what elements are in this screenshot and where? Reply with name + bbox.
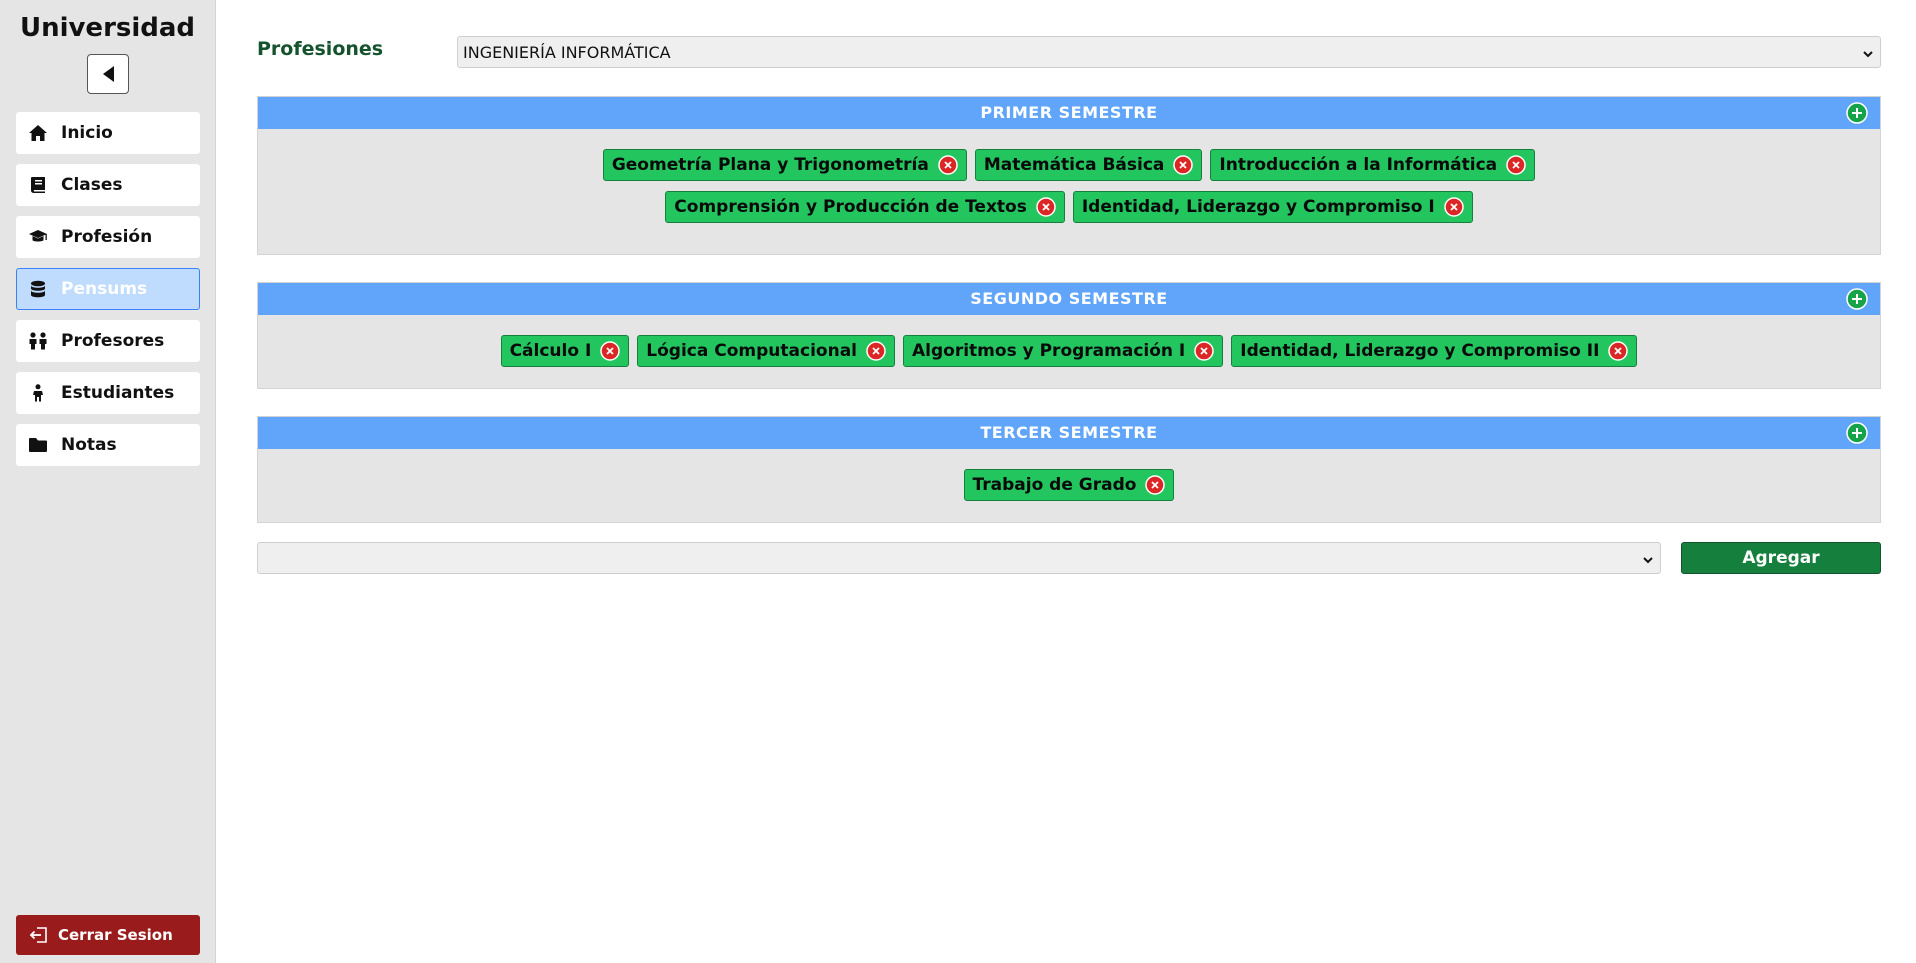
sidebar: Universidad Inicio Clases Profesión Pens… (0, 0, 216, 963)
course-chip: Identidad, Liderazgo y Compromiso I (1072, 191, 1473, 223)
collapse-sidebar-button[interactable] (86, 54, 129, 94)
course-name: Comprensión y Producción de Textos (674, 197, 1027, 217)
graduation-cap-icon (27, 227, 49, 247)
remove-course-icon[interactable] (1443, 197, 1464, 217)
course-select[interactable] (257, 542, 1661, 574)
semester-title: SEGUNDO SEMESTRE (970, 289, 1168, 308)
add-button[interactable]: Agregar (1681, 542, 1881, 574)
course-chip: Cálculo I (500, 335, 630, 367)
sidebar-item-label: Estudiantes (61, 383, 175, 403)
profession-label: Profesiones (257, 38, 384, 60)
course-name: Geometría Plana y Trigonometría (611, 155, 929, 175)
sidebar-item-inicio[interactable]: Inicio (16, 112, 200, 154)
sidebar-item-label: Pensums (61, 279, 148, 299)
course-name: Cálculo I (509, 341, 592, 361)
database-icon (27, 279, 49, 299)
course-name: Lógica Computacional (646, 341, 857, 361)
remove-course-icon[interactable] (1194, 341, 1215, 361)
semester-header: PRIMER SEMESTRE (258, 97, 1880, 129)
profession-select-value: INGENIERÍA INFORMÁTICA (463, 43, 671, 62)
course-chip: Identidad, Liderazgo y Compromiso II (1231, 335, 1638, 367)
semester-header: TERCER SEMESTRE (258, 417, 1880, 449)
sidebar-item-profesores[interactable]: Profesores (16, 320, 200, 362)
logout-label: Cerrar Sesion (58, 926, 173, 944)
course-chip: Matemática Básica (974, 149, 1203, 181)
profession-row: Profesiones INGENIERÍA INFORMÁTICA (257, 36, 1881, 68)
semester-1: PRIMER SEMESTRE Geometría Plana y Trigon… (257, 96, 1881, 255)
course-name: Trabajo de Grado (972, 475, 1137, 495)
remove-course-icon[interactable] (866, 341, 886, 361)
person-icon (27, 383, 49, 403)
sidebar-item-label: Clases (61, 175, 123, 195)
semester-title: TERCER SEMESTRE (980, 423, 1158, 442)
home-icon (27, 123, 49, 143)
course-name: Matemática Básica (983, 155, 1165, 175)
semester-header: SEGUNDO SEMESTRE (258, 283, 1880, 315)
sidebar-item-pensums[interactable]: Pensums (16, 268, 200, 310)
brand-title: Universidad (19, 13, 196, 43)
course-chip: Introducción a la Informática (1210, 149, 1536, 181)
folder-icon (27, 435, 49, 455)
course-chip: Geometría Plana y Trigonometría (602, 149, 967, 181)
course-list: Geometría Plana y Trigonometría Matemáti… (258, 129, 1880, 243)
book-icon (27, 175, 49, 195)
sidebar-nav: Inicio Clases Profesión Pensums Profesor… (16, 112, 200, 476)
remove-course-icon[interactable] (1506, 155, 1526, 175)
add-course-icon[interactable] (1846, 288, 1868, 321)
people-icon (27, 331, 49, 351)
add-course-icon[interactable] (1846, 422, 1868, 455)
sidebar-item-clases[interactable]: Clases (16, 164, 200, 206)
course-chip: Lógica Computacional (637, 335, 895, 367)
course-list: Trabajo de Grado (258, 449, 1880, 521)
sidebar-item-notas[interactable]: Notas (16, 424, 200, 466)
semester-title: PRIMER SEMESTRE (980, 103, 1158, 122)
course-chip: Trabajo de Grado (963, 469, 1175, 501)
course-name: Identidad, Liderazgo y Compromiso II (1240, 341, 1600, 361)
sidebar-item-label: Notas (61, 435, 117, 455)
sidebar-item-label: Profesión (61, 227, 153, 247)
course-name: Introducción a la Informática (1219, 155, 1498, 175)
chevron-down-icon (1862, 45, 1874, 64)
semester-3: TERCER SEMESTRE Trabajo de Grado (257, 416, 1881, 523)
course-chip: Comprensión y Producción de Textos (665, 191, 1065, 223)
semester-2: SEGUNDO SEMESTRE Cálculo I Lógica Comput… (257, 282, 1881, 389)
remove-course-icon[interactable] (1608, 341, 1629, 361)
logout-icon (29, 927, 47, 943)
remove-course-icon[interactable] (1145, 475, 1166, 495)
remove-course-icon[interactable] (1036, 197, 1056, 217)
remove-course-icon[interactable] (600, 341, 621, 361)
course-name: Identidad, Liderazgo y Compromiso I (1081, 197, 1435, 217)
chevron-down-icon (1642, 551, 1654, 570)
course-chip: Algoritmos y Programación I (903, 335, 1224, 367)
add-course-icon[interactable] (1846, 102, 1868, 135)
course-list: Cálculo I Lógica Computacional Algoritmo… (258, 315, 1880, 387)
sidebar-item-label: Profesores (61, 331, 165, 351)
profession-select[interactable]: INGENIERÍA INFORMÁTICA (457, 36, 1881, 68)
course-name: Algoritmos y Programación I (912, 341, 1186, 361)
remove-course-icon[interactable] (938, 155, 958, 175)
remove-course-icon[interactable] (1173, 155, 1194, 175)
logout-button[interactable]: Cerrar Sesion (16, 915, 200, 955)
sidebar-item-estudiantes[interactable]: Estudiantes (16, 372, 200, 414)
sidebar-item-label: Inicio (61, 123, 113, 143)
back-arrow-icon (102, 66, 114, 82)
sidebar-item-profesion[interactable]: Profesión (16, 216, 200, 258)
